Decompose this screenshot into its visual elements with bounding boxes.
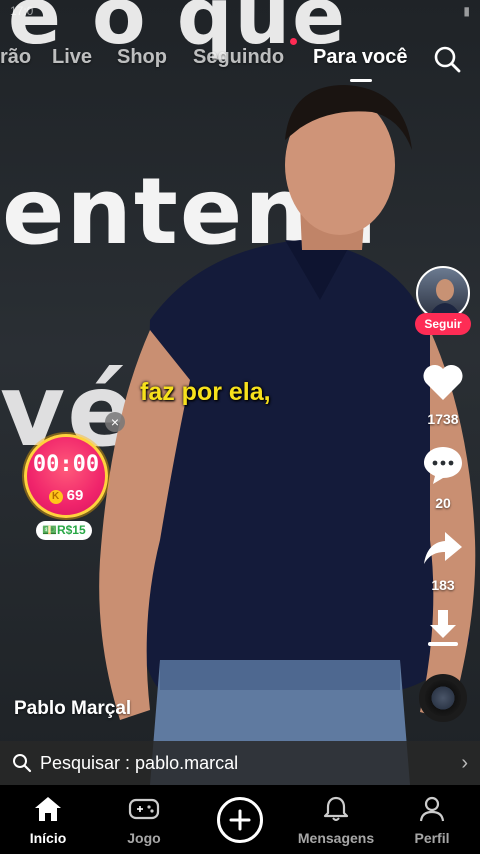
- related-search-label: Pesquisar : pablo.marcal: [40, 752, 239, 773]
- nav-profile-label: Perfil: [414, 830, 450, 846]
- chevron-right-icon: ›: [461, 751, 468, 774]
- gamepad-icon: [128, 798, 160, 820]
- coin-count: 69: [66, 487, 84, 504]
- notification-dot: [290, 38, 297, 45]
- nav-profile[interactable]: Perfil: [384, 795, 480, 846]
- top-tab-bar: rão Live Shop Seguindo Para você: [0, 44, 480, 76]
- nav-messages-label: Mensagens: [297, 830, 375, 846]
- bottom-nav: Início Jogo Mensagens Perfil: [0, 785, 480, 854]
- user-icon: [419, 796, 445, 822]
- like-count: 1738: [427, 411, 459, 427]
- nav-game[interactable]: Jogo: [96, 795, 192, 846]
- video-caption: faz por ela,: [140, 378, 271, 406]
- download-icon: [428, 610, 458, 646]
- search-icon: [13, 754, 32, 773]
- timer-coins: K 69: [27, 487, 105, 504]
- author-username[interactable]: Pablo Marçal: [14, 698, 131, 720]
- heart-icon: [423, 364, 463, 400]
- reward-timer[interactable]: 00:00 K 69: [24, 434, 108, 518]
- follow-button[interactable]: Seguir: [415, 313, 471, 335]
- search-icon[interactable]: [432, 44, 462, 74]
- coin-icon: K: [48, 490, 63, 504]
- comment-action[interactable]: 20: [412, 444, 474, 511]
- home-icon: [35, 797, 61, 821]
- share-action[interactable]: 183: [412, 528, 474, 593]
- active-tab-indicator: [350, 79, 372, 82]
- tab-previous[interactable]: rão: [0, 46, 31, 69]
- plus-icon: [229, 809, 251, 831]
- nav-home[interactable]: Início: [0, 795, 96, 846]
- share-icon: [424, 532, 462, 564]
- like-action[interactable]: 1738: [412, 362, 474, 427]
- cash-icon: 💵: [42, 523, 57, 537]
- nav-home-label: Início: [29, 830, 67, 846]
- comment-icon: [424, 447, 462, 484]
- status-bar: 17:0 ▮: [0, 0, 480, 28]
- related-search-bar[interactable]: Pesquisar : pablo.marcal ›: [0, 741, 480, 785]
- download-action[interactable]: [412, 606, 474, 655]
- tab-live[interactable]: Live: [52, 46, 92, 69]
- battery-icon: ▮: [463, 4, 470, 18]
- bell-icon: [323, 796, 349, 821]
- nav-game-label: Jogo: [127, 830, 161, 846]
- reward-badge[interactable]: 💵R$15: [36, 521, 92, 540]
- create-button[interactable]: [217, 797, 263, 843]
- music-disc[interactable]: [419, 674, 467, 722]
- tab-following[interactable]: Seguindo: [193, 46, 284, 69]
- comment-count: 20: [435, 495, 451, 511]
- nav-messages[interactable]: Mensagens: [288, 795, 384, 846]
- status-time: 17:0: [10, 4, 34, 18]
- author-avatar[interactable]: [416, 266, 470, 320]
- timer-time: 00:00: [32, 452, 100, 477]
- share-count: 183: [431, 577, 455, 593]
- tab-shop[interactable]: Shop: [117, 46, 167, 69]
- tab-for-you[interactable]: Para você: [313, 46, 408, 69]
- reward-amount: R$15: [56, 523, 86, 537]
- timer-close-button[interactable]: ×: [105, 412, 125, 432]
